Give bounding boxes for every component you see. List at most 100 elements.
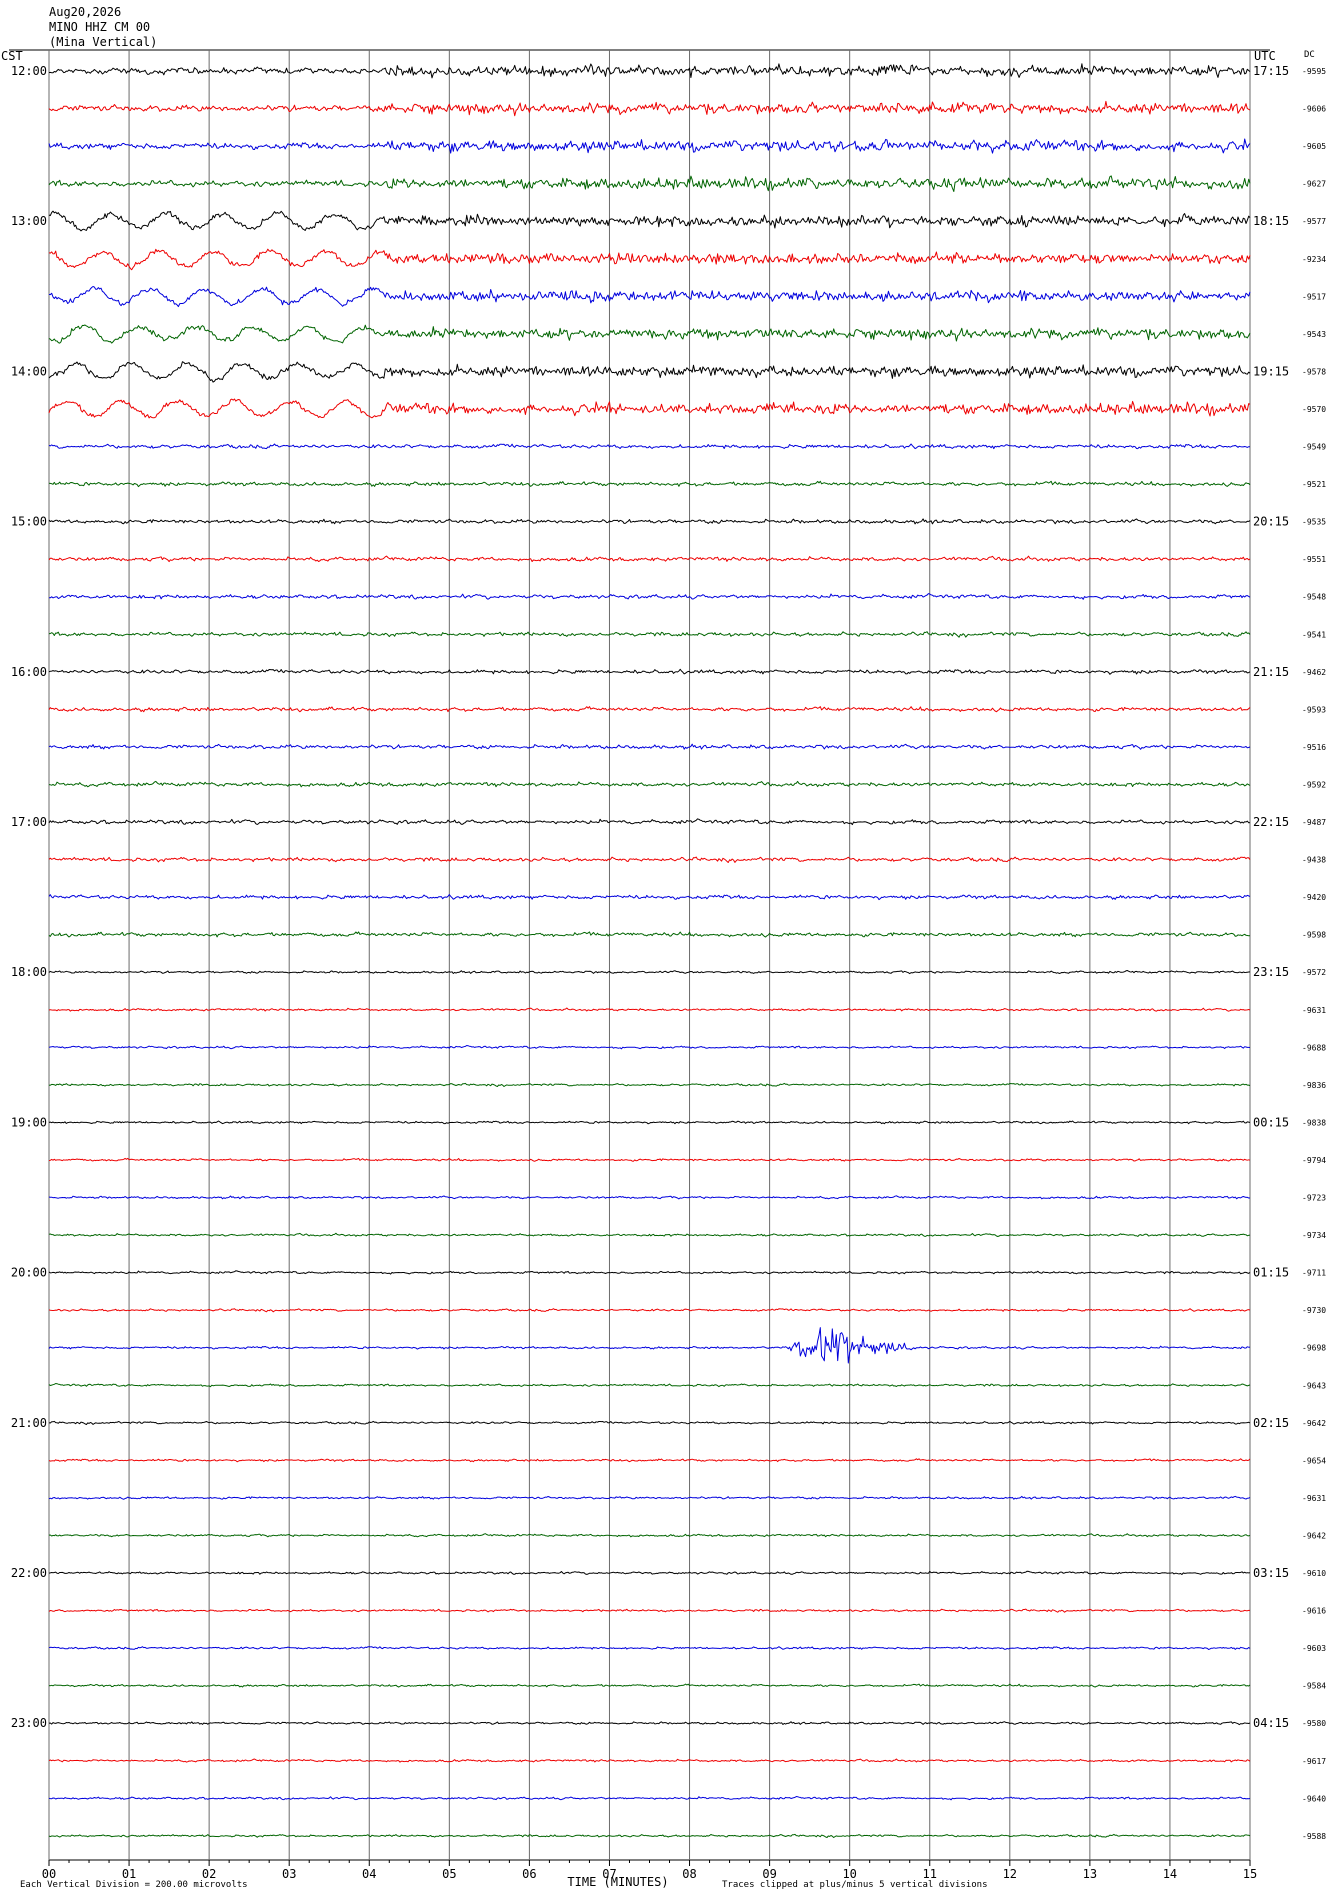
seismic-trace [48,631,1251,638]
dc-offset-label: -9234 [1302,255,1326,264]
seismic-trace [48,1327,1251,1364]
seismic-trace [48,894,1251,901]
dc-offset-label: -9711 [1302,1269,1326,1278]
dc-offset-label: -9592 [1302,780,1326,789]
seismic-trace [48,138,1251,154]
left-hour-label: 23:00 [11,1716,47,1730]
seismic-trace [48,1833,1251,1838]
left-hour-label: 14:00 [11,364,47,378]
seismic-trace [48,1195,1250,1200]
dc-offset-label: -9420 [1302,893,1326,902]
x-tick-label: 06 [522,1867,536,1881]
dc-offset-label: -9642 [1302,1531,1326,1540]
seismic-trace [48,361,1251,383]
dc-offset-label: -9838 [1302,1118,1326,1127]
seismic-trace [48,1420,1251,1425]
right-hour-label: 23:15 [1253,965,1289,979]
right-hour-label: 02:15 [1253,1416,1289,1430]
dc-offset-label: -9603 [1302,1644,1326,1653]
x-tick-label: 14 [1163,1867,1177,1881]
seismic-trace [48,1683,1251,1688]
dc-offset-label: -9734 [1302,1231,1326,1240]
dc-offset-label: -9627 [1302,180,1326,189]
seismic-trace [48,1007,1251,1012]
minute-gridlines [9,49,1270,1866]
seismic-trace [48,210,1251,232]
x-tick-label: 03 [282,1867,296,1881]
dc-offset-label: -9598 [1302,931,1326,940]
dc-offset-label: -9521 [1302,480,1326,489]
dc-offset-label: -9572 [1302,968,1326,977]
right-hour-label: 21:15 [1253,665,1289,679]
seismic-trace [48,1458,1251,1463]
left-hour-label: 13:00 [11,214,47,228]
dc-offset-label: -9543 [1302,330,1326,339]
seismic-trace [48,931,1250,938]
seismic-trace [48,1045,1251,1050]
dc-offset-label: -9551 [1302,555,1326,564]
left-hour-label: 19:00 [11,1115,47,1129]
right-hour-label: 18:15 [1253,214,1289,228]
right-hour-label: 17:15 [1253,64,1289,78]
dc-offset-label: -9606 [1302,105,1326,114]
dc-offset-label: -9462 [1302,668,1326,677]
x-tick-label: 02 [202,1867,216,1881]
seismic-trace [48,1383,1251,1388]
seismic-trace [48,1157,1251,1162]
seismic-trace [48,1721,1251,1726]
seismic-trace [48,480,1251,488]
axis-labels: 00 01 02 03 04 05 06 07 08 09 10 11 12 13 14 15CST UTC DC… [1,49,1326,1890]
x-tick-label: 13 [1083,1867,1097,1881]
seismic-trace [48,555,1251,563]
seismic-trace [48,1646,1251,1650]
seismic-trace [48,593,1251,600]
seismic-trace [48,443,1251,450]
left-hour-label: 12:00 [11,64,47,78]
left-hour-label: 18:00 [11,965,47,979]
dc-offset-label: -9595 [1302,67,1326,76]
dc-offset-label: -9794 [1302,1156,1326,1165]
seismic-trace [48,1308,1251,1313]
seismic-trace [48,1120,1251,1125]
x-tick-label: 04 [362,1867,376,1881]
right-timezone-label: UTC [1254,49,1276,63]
seismic-trace [48,1082,1251,1087]
right-hour-label: 04:15 [1253,1716,1289,1730]
dc-offset-label: -9642 [1302,1419,1326,1428]
x-tick-label: 00 [42,1867,56,1881]
dc-offset-label: -9548 [1302,593,1326,602]
right-hour-label: 19:15 [1253,364,1289,378]
seismic-trace [48,780,1251,788]
seismic-trace [48,175,1251,192]
seismic-trace [48,324,1251,344]
x-tick-label: 05 [442,1867,456,1881]
dc-offset-label: -9643 [1302,1381,1326,1390]
left-hour-label: 20:00 [11,1266,47,1280]
dc-offset-label: -9730 [1302,1306,1326,1315]
dc-offset-label: -9516 [1302,743,1326,752]
footer-clip-note: Traces clipped at plus/minus 5 vertical … [722,1880,988,1890]
right-hour-label: 22:15 [1253,815,1289,829]
right-hour-label: 01:15 [1253,1266,1289,1280]
seismic-trace [48,248,1251,271]
dc-offset-label: -9535 [1302,518,1326,527]
x-tick-label: 09 [762,1867,776,1881]
left-hour-label: 15:00 [11,515,47,529]
dc-offset-label: -9549 [1302,443,1326,452]
dc-offset-label: -9698 [1302,1344,1326,1353]
left-timezone-label: CST [1,49,23,63]
x-tick-label: 10 [842,1867,856,1881]
dc-offset-label: -9584 [1302,1682,1326,1691]
dc-offset-label: -9640 [1302,1794,1326,1803]
dc-offset-label: -9588 [1302,1832,1326,1841]
seismic-trace [48,1495,1251,1500]
right-hour-label: 00:15 [1253,1115,1289,1129]
x-tick-label: 08 [682,1867,696,1881]
left-hour-label: 21:00 [11,1416,47,1430]
footer-scale-note: Each Vertical Division = 200.00 microvol… [20,1880,248,1890]
dc-offset-label: -9570 [1302,405,1326,414]
dc-offset-label: -9836 [1302,1081,1326,1090]
seismic-trace [48,970,1251,975]
seismic-trace [48,668,1251,675]
dc-offset-label: -9517 [1302,292,1326,301]
